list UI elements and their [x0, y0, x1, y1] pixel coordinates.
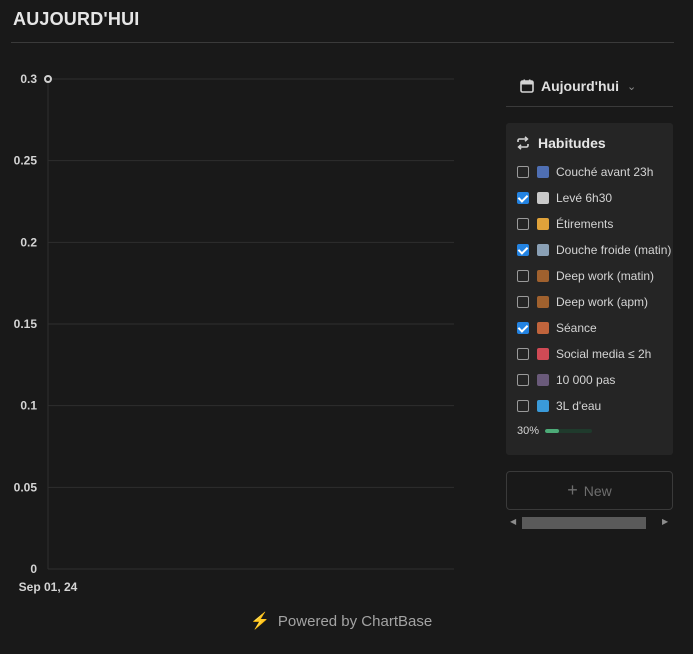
water-drop-icon: [537, 400, 549, 412]
habit-checkbox[interactable]: [517, 374, 529, 386]
habit-checkbox[interactable]: [517, 166, 529, 178]
habit-item[interactable]: Séance: [517, 319, 597, 337]
y-tick-label: 0: [30, 562, 37, 576]
progress-label: 30%: [517, 425, 540, 437]
habits-card-header: Habitudes: [515, 135, 606, 151]
habit-label: 10 000 pas: [556, 373, 616, 387]
habit-label: Douche froide (matin): [556, 243, 672, 257]
dumbbell-icon: [537, 322, 549, 334]
y-tick-label: 0.05: [14, 480, 38, 494]
habit-label: Social media ≤ 2h: [556, 347, 652, 361]
phone-icon: [537, 348, 549, 360]
progress-bar-fill: [545, 429, 560, 433]
horizontal-scrollbar[interactable]: ◀ ▶: [506, 516, 673, 530]
briefcase-icon: [537, 296, 549, 308]
habit-label: Deep work (matin): [556, 269, 655, 283]
panel-divider: [506, 106, 673, 107]
line-chart: 0 0.05 0.1 0.15 0.2 0.25 0.3 Sep 01, 24: [14, 72, 454, 594]
habit-checkbox[interactable]: [517, 270, 529, 282]
progress-bar: [545, 429, 593, 433]
habit-item[interactable]: Levé 6h30: [517, 189, 612, 207]
y-tick-label: 0.15: [14, 317, 38, 331]
habits-progress: 30%: [517, 425, 593, 437]
habit-item[interactable]: Couché avant 23h: [517, 163, 653, 181]
data-point[interactable]: [44, 75, 52, 83]
title-divider: [11, 42, 674, 43]
habit-item[interactable]: Étirements: [517, 215, 613, 233]
lightning-icon: ⚡: [250, 613, 270, 630]
date-view-dropdown[interactable]: Aujourd'hui ⌄: [520, 78, 636, 94]
calendar-icon: [520, 79, 534, 93]
habit-item[interactable]: Deep work (matin): [517, 267, 654, 285]
habit-label: 3L d'eau: [556, 399, 602, 413]
plus-icon: +: [567, 480, 578, 500]
y-tick-label: 0.3: [20, 72, 37, 86]
powered-by-chartbase[interactable]: ⚡ Powered by ChartBase: [250, 611, 432, 631]
habit-label: Séance: [556, 321, 597, 335]
date-view-label: Aujourd'hui: [541, 78, 619, 94]
habits-card-title: Habitudes: [538, 135, 606, 151]
y-tick-label: 0.2: [20, 235, 37, 249]
scroll-right-arrow-icon[interactable]: ▶: [662, 517, 668, 526]
habit-checkbox[interactable]: [517, 348, 529, 360]
habit-item[interactable]: 3L d'eau: [517, 397, 601, 415]
y-tick-label: 0.1: [20, 399, 37, 413]
scrollbar-thumb[interactable]: [522, 517, 646, 529]
habit-checkbox[interactable]: [517, 322, 529, 334]
habit-label: Deep work (apm): [556, 295, 649, 309]
habit-item[interactable]: Douche froide (matin): [517, 241, 671, 259]
habit-label: Couché avant 23h: [556, 165, 654, 179]
habits-card: Habitudes Couché avant 23h Levé 6h30 Étire…: [506, 123, 673, 455]
powered-by-label: Powered by ChartBase: [277, 612, 433, 630]
y-tick-label: 0.25: [14, 154, 38, 168]
new-button[interactable]: + New: [506, 471, 673, 510]
new-button-label: New: [583, 482, 612, 499]
habit-checkbox[interactable]: [517, 218, 529, 230]
stopwatch-icon: [537, 192, 549, 204]
footprints-icon: [537, 374, 549, 386]
habit-label: Levé 6h30: [556, 191, 613, 205]
bed-icon: [537, 166, 549, 178]
shower-icon: [537, 244, 549, 256]
habit-checkbox[interactable]: [517, 296, 529, 308]
habit-checkbox[interactable]: [517, 400, 529, 412]
page-title: AUJOURD'HUI: [13, 9, 140, 29]
scroll-left-arrow-icon[interactable]: ◀: [510, 517, 516, 526]
habit-checkbox[interactable]: [517, 244, 529, 256]
habit-item[interactable]: Deep work (apm): [517, 293, 648, 311]
habit-label: Étirements: [556, 217, 614, 231]
habit-checkbox[interactable]: [517, 192, 529, 204]
repeat-icon: [517, 136, 529, 150]
person-stretch-icon: [537, 218, 549, 230]
x-tick-label: Sep 01, 24: [19, 580, 78, 594]
briefcase-icon: [537, 270, 549, 282]
chevron-down-icon: ⌄: [626, 80, 637, 93]
habit-item[interactable]: 10 000 pas: [517, 371, 615, 389]
habit-item[interactable]: Social media ≤ 2h: [517, 345, 651, 363]
